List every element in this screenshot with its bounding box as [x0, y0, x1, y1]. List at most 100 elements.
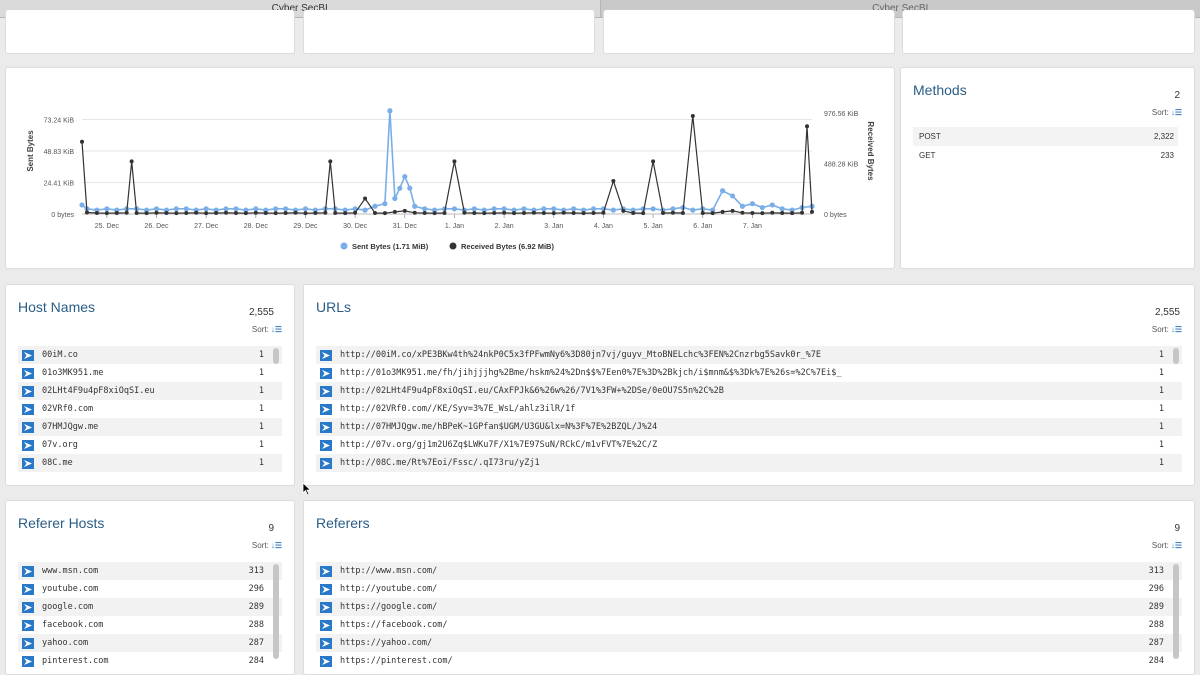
- data-point-received: [482, 211, 486, 215]
- y2-tick-label: 0 bytes: [824, 212, 847, 219]
- data-point-received: [145, 211, 149, 215]
- list-item[interactable]: 01o3MK951.me1: [18, 364, 282, 382]
- list-item-label: http://07HMJQgw.me/hBPeK~1GPfan$UGM/U3GU…: [340, 422, 1159, 432]
- list-item[interactable]: 07HMJQgw.me1: [18, 418, 282, 436]
- list-item-count: 1: [259, 386, 264, 396]
- list-item[interactable]: POST 2,322: [913, 127, 1178, 146]
- referers-panel: Referers 9 Sort:↓☰ http://www.msn.com/31…: [303, 500, 1195, 675]
- data-point-received: [790, 211, 794, 215]
- list-item[interactable]: http://08C.me/Rt%7Eoi/Fssc/.qI73ru/yZj11: [316, 454, 1182, 472]
- list-item[interactable]: google.com289: [18, 598, 282, 616]
- list-item[interactable]: yahoo.com287: [18, 634, 282, 652]
- referer-hosts-scrollbar[interactable]: [273, 564, 279, 659]
- list-item[interactable]: pinterest.com284: [18, 652, 282, 670]
- urls-sort[interactable]: Sort:↓☰: [1152, 325, 1182, 334]
- referers-count: 9: [1174, 523, 1180, 534]
- list-item-count: 1: [1159, 350, 1164, 360]
- list-item[interactable]: http://00iM.co/xPE3BKw4th%24nkP0C5x3fPFw…: [316, 346, 1182, 364]
- data-point-received: [661, 211, 665, 215]
- methods-sort[interactable]: Sort:↓☰: [1152, 108, 1182, 117]
- chart-x-axis: 25. Dec26. Dec27. Dec28. Dec29. Dec30. D…: [82, 214, 812, 230]
- list-item-label: http://07v.org/gj1m2U6Zq$LWKu7F/X1%7E97S…: [340, 440, 1159, 450]
- referers-scrollbar[interactable]: [1173, 564, 1179, 659]
- list-item-label: https://facebook.com/: [340, 620, 1149, 630]
- link-icon: [320, 350, 332, 361]
- sort-icon[interactable]: ↓☰: [271, 541, 282, 550]
- list-item[interactable]: http://youtube.com/296: [316, 580, 1182, 598]
- x-tick-label: 27. Dec: [194, 223, 219, 230]
- list-item[interactable]: https://google.com/289: [316, 598, 1182, 616]
- data-point-received: [323, 211, 327, 215]
- data-point-received: [721, 210, 725, 214]
- data-point-received: [472, 211, 476, 215]
- list-item-count: 289: [249, 602, 264, 612]
- legend-label-sent: Sent Bytes (1.71 MiB): [352, 242, 429, 251]
- list-item[interactable]: https://pinterest.com/284: [316, 652, 1182, 670]
- data-point-received: [303, 211, 307, 215]
- referer-hosts-sort[interactable]: Sort:↓☰: [252, 541, 282, 550]
- urls-title: URLs: [316, 299, 351, 315]
- x-tick-label: 1. Jan: [445, 223, 464, 230]
- host-names-scrollbar[interactable]: [273, 348, 279, 364]
- list-item[interactable]: http://01o3MK951.me/fh/jihjjjhg%2Bme/hsk…: [316, 364, 1182, 382]
- data-point-received: [95, 211, 99, 215]
- list-item-label: https://google.com/: [340, 602, 1149, 612]
- list-item-label: 07HMJQgw.me: [42, 422, 259, 432]
- data-point-received: [621, 209, 625, 213]
- link-icon: [320, 602, 332, 613]
- list-item[interactable]: 00iM.co1: [18, 346, 282, 364]
- data-point-sent: [372, 204, 377, 209]
- urls-scrollbar[interactable]: [1173, 348, 1179, 364]
- list-item[interactable]: www.msn.com313: [18, 562, 282, 580]
- data-point-received: [562, 211, 566, 215]
- referers-sort[interactable]: Sort:↓☰: [1152, 541, 1182, 550]
- list-item[interactable]: 07v.org1: [18, 436, 282, 454]
- list-item[interactable]: http://www.msn.com/313: [316, 562, 1182, 580]
- data-point-sent: [184, 206, 189, 211]
- data-point-sent: [780, 206, 785, 211]
- list-item[interactable]: 02LHt4F9u4pF8xiOqSI.eu1: [18, 382, 282, 400]
- list-item[interactable]: https://facebook.com/288: [316, 616, 1182, 634]
- list-item[interactable]: GET 233: [913, 146, 1178, 165]
- data-point-sent: [740, 204, 745, 209]
- list-item[interactable]: http://02VRf0.com//KE/Syv=3%7E_WsL/ahlz3…: [316, 400, 1182, 418]
- referers-sort-label: Sort:: [1152, 541, 1169, 550]
- list-item-label: http://08C.me/Rt%7Eoi/Fssc/.qI73ru/yZj1: [340, 458, 1159, 468]
- data-point-received: [343, 211, 347, 215]
- list-item[interactable]: youtube.com296: [18, 580, 282, 598]
- data-point-sent: [407, 186, 412, 191]
- list-item[interactable]: 02VRf0.com1: [18, 400, 282, 418]
- sort-icon[interactable]: ↓☰: [1171, 325, 1182, 334]
- list-item[interactable]: https://yahoo.com/287: [316, 634, 1182, 652]
- list-item[interactable]: http://07HMJQgw.me/hBPeK~1GPfan$UGM/U3GU…: [316, 418, 1182, 436]
- list-item[interactable]: facebook.com288: [18, 616, 282, 634]
- data-point-sent: [253, 206, 258, 211]
- y-tick-label: 73.24 KiB: [44, 117, 75, 124]
- data-point-received: [805, 124, 809, 128]
- data-point-sent: [670, 206, 675, 211]
- list-item-count: 1: [259, 350, 264, 360]
- legend-item-sent[interactable]: Sent Bytes (1.71 MiB): [341, 242, 429, 251]
- methods-count: 2: [1174, 90, 1180, 101]
- data-point-received: [294, 211, 298, 215]
- y2-tick-label: 976.56 KiB: [824, 111, 859, 118]
- list-item[interactable]: 08C.me1: [18, 454, 282, 472]
- sort-icon[interactable]: ↓☰: [1171, 541, 1182, 550]
- host-names-sort-label: Sort:: [252, 325, 269, 334]
- host-names-sort[interactable]: Sort:↓☰: [252, 325, 282, 334]
- sort-icon[interactable]: ↓☰: [271, 325, 282, 334]
- chart-series: [79, 108, 814, 215]
- methods-panel: Methods 2 Sort:↓☰ POST 2,322 GET 233: [900, 67, 1195, 269]
- data-point-received: [214, 211, 218, 215]
- referer-hosts-sort-label: Sort:: [252, 541, 269, 550]
- data-point-sent: [402, 174, 407, 179]
- sort-icon[interactable]: ↓☰: [1171, 108, 1182, 117]
- list-item-label: google.com: [42, 602, 249, 612]
- data-point-received: [244, 211, 248, 215]
- list-item-label: https://pinterest.com/: [340, 656, 1149, 666]
- list-item[interactable]: http://07v.org/gj1m2U6Zq$LWKu7F/X1%7E97S…: [316, 436, 1182, 454]
- legend-item-received[interactable]: Received Bytes (6.92 MiB): [450, 242, 555, 251]
- list-item[interactable]: http://02LHt4F9u4pF8xiOqSI.eu/CAxFPJk&6%…: [316, 382, 1182, 400]
- data-point-sent: [223, 206, 228, 211]
- data-point-sent: [690, 208, 695, 213]
